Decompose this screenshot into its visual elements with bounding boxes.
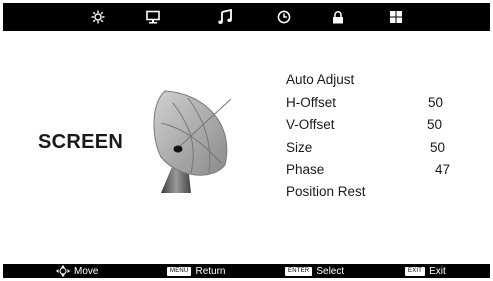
menu-item-size[interactable]: Size 50 — [286, 140, 466, 160]
tab-audio[interactable] — [214, 7, 236, 27]
tab-screen[interactable] — [142, 7, 164, 27]
menu-item-label: H-Offset — [286, 95, 337, 110]
osd-screen: SCREEN Auto Adjust H-Offset 50 V-Offset … — [3, 3, 490, 278]
arrows-move-icon — [56, 265, 70, 277]
tab-settings[interactable] — [87, 7, 109, 27]
tab-time[interactable] — [273, 7, 295, 27]
hint-exit-label: Exit — [429, 265, 446, 277]
exit-key-badge: EXIT — [405, 266, 426, 276]
menu-item-phase[interactable]: Phase 47 — [286, 162, 466, 182]
menu-key-badge: MENU — [167, 266, 192, 276]
enter-key-badge: ENTER — [285, 266, 313, 276]
hint-move: Move — [56, 265, 98, 277]
menu-item-position-reset[interactable]: Position Rest — [286, 184, 466, 204]
menu-item-v-offset[interactable]: V-Offset 50 — [286, 117, 466, 137]
top-menu-bar — [3, 3, 490, 31]
tab-lock[interactable] — [327, 7, 349, 27]
menu-item-h-offset[interactable]: H-Offset 50 — [286, 95, 466, 115]
gear-icon — [91, 10, 105, 24]
monitor-icon — [146, 10, 160, 24]
hint-select-label: Select — [316, 265, 345, 277]
menu-item-label: Auto Adjust — [286, 72, 355, 87]
menu-item-value: 50 — [427, 117, 443, 132]
menu-item-label: Phase — [286, 162, 325, 177]
menu-item-value: 47 — [435, 162, 451, 177]
menu-item-value: 50 — [428, 95, 444, 110]
menu-item-auto-adjust[interactable]: Auto Adjust — [286, 72, 466, 92]
hint-return-label: Return — [195, 265, 226, 277]
page-title: SCREEN — [38, 131, 124, 153]
hint-move-label: Move — [74, 265, 99, 277]
menu-item-label: Size — [286, 140, 313, 155]
menu-item-value: 50 — [430, 140, 446, 155]
windows-grid-icon — [390, 11, 402, 23]
hint-exit: EXIT Exit — [405, 265, 446, 277]
hint-return: MENU Return — [167, 265, 225, 277]
menu-item-label: Position Rest — [286, 184, 366, 199]
clock-icon — [277, 10, 291, 24]
music-note-icon — [218, 9, 232, 24]
lock-icon — [333, 11, 343, 24]
satellite-dish-icon — [153, 90, 232, 193]
tab-setup[interactable] — [385, 7, 407, 27]
menu-item-label: V-Offset — [286, 117, 335, 132]
hint-select: ENTER Select — [285, 265, 344, 277]
help-bar: Move MENU Return ENTER Select EXIT Exit — [3, 264, 490, 278]
